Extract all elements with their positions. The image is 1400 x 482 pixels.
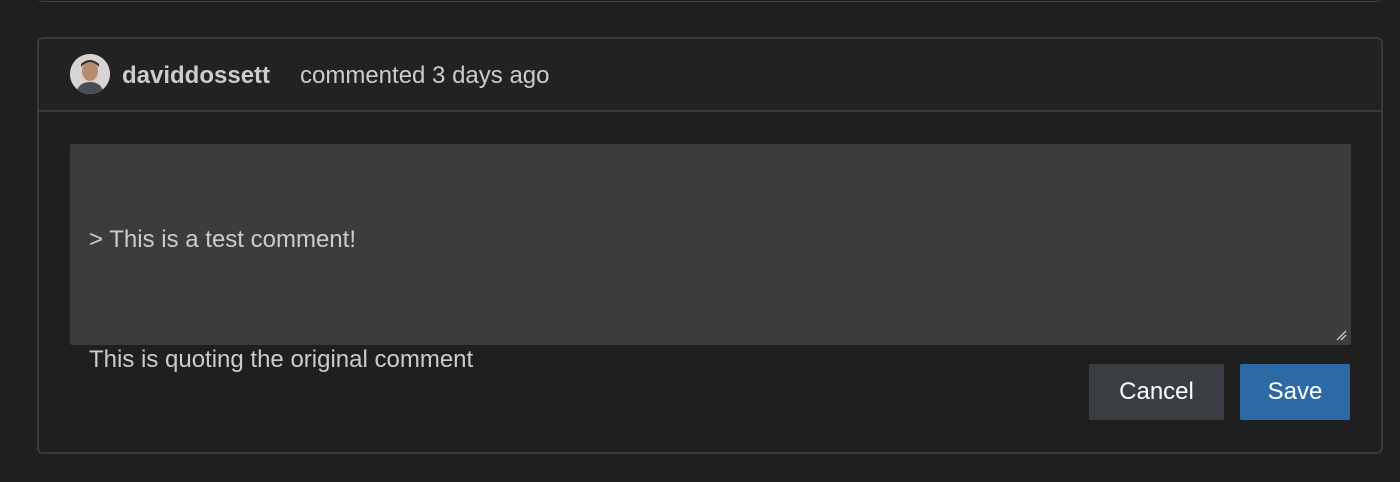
comment-header: daviddossett commented 3 days ago <box>39 39 1381 112</box>
avatar[interactable] <box>70 54 110 94</box>
comment-timestamp: commented 3 days ago <box>300 62 550 89</box>
user-avatar-icon <box>70 54 110 94</box>
comment-author[interactable]: daviddossett <box>122 62 270 90</box>
cancel-button[interactable]: Cancel <box>1089 364 1224 420</box>
editor-line-quote: > This is a test comment! <box>89 226 356 253</box>
previous-comment-card <box>37 0 1382 2</box>
comment-card: daviddossett commented 3 days ago > This… <box>37 37 1383 454</box>
save-button[interactable]: Save <box>1240 364 1350 420</box>
comment-editor[interactable]: > This is a test comment! This is quotin… <box>70 144 1351 373</box>
resize-handle-icon[interactable] <box>1335 329 1347 341</box>
